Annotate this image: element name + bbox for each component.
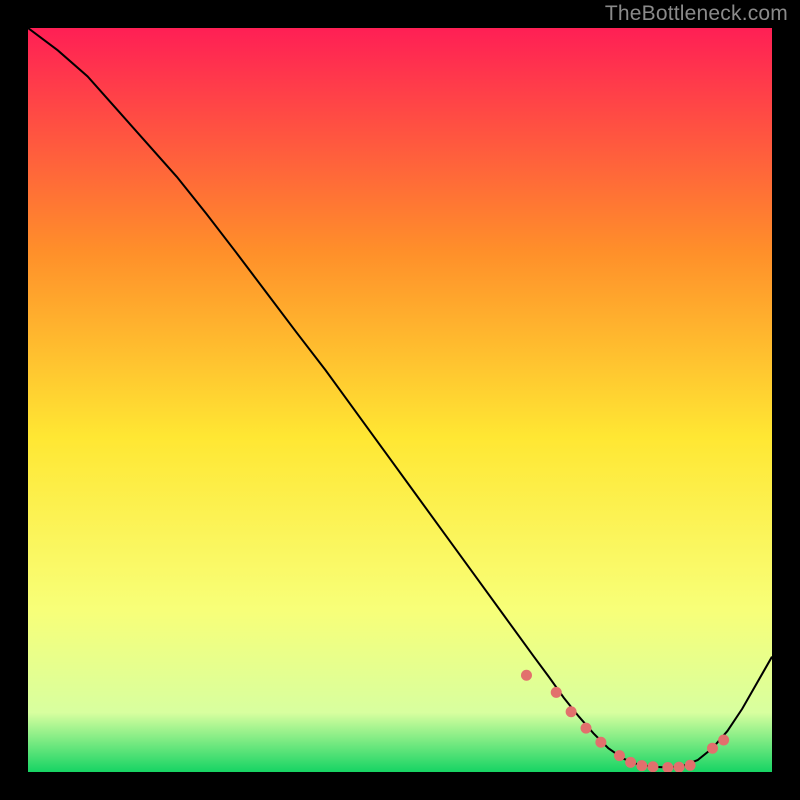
curve-marker [581, 723, 591, 733]
curve-marker [626, 757, 636, 767]
curve-marker [685, 760, 695, 770]
chart-stage: TheBottleneck.com [0, 0, 800, 800]
curve-marker [614, 751, 624, 761]
curve-marker [566, 707, 576, 717]
curve-marker [719, 735, 729, 745]
chart-svg [28, 28, 772, 772]
plot-area [28, 28, 772, 772]
curve-marker [596, 737, 606, 747]
curve-marker [663, 763, 673, 772]
gradient-background [28, 28, 772, 772]
curve-marker [707, 743, 717, 753]
watermark-text: TheBottleneck.com [605, 2, 788, 26]
curve-marker [674, 762, 684, 772]
curve-marker [637, 761, 647, 771]
curve-marker [521, 670, 531, 680]
curve-marker [551, 687, 561, 697]
curve-marker [648, 762, 658, 772]
